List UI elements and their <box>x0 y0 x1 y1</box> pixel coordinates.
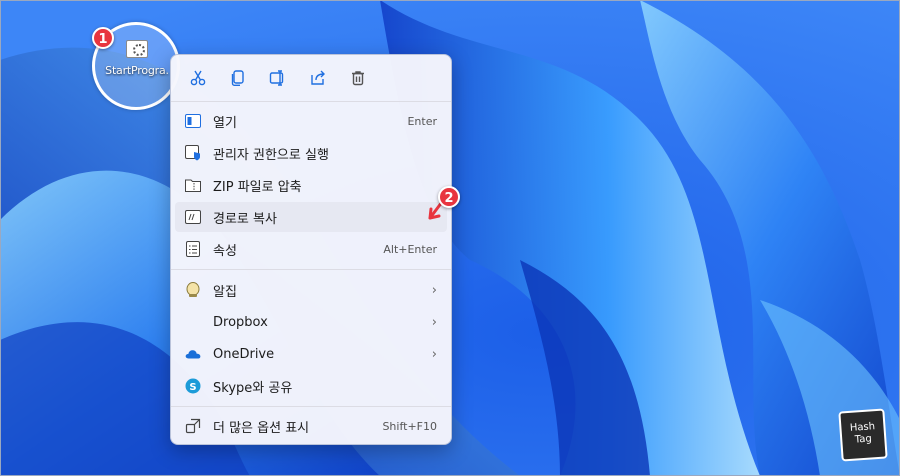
properties-icon <box>185 241 201 257</box>
step-badge-2: 2 <box>438 186 460 208</box>
more-options-icon <box>185 418 201 434</box>
menu-item-label: 경로로 복사 <box>213 211 277 227</box>
open-icon <box>185 113 201 129</box>
context-toolbar <box>171 55 451 101</box>
menu-item-run-as-admin[interactable]: 관리자 권한으로 실행 <box>175 138 447 168</box>
copy-path-icon <box>185 209 201 225</box>
menu-item-label: OneDrive <box>213 346 275 362</box>
chevron-right-icon: › <box>431 314 437 330</box>
skype-icon: S <box>185 378 201 394</box>
menu-item-label: 더 많은 옵션 표시 <box>213 420 310 436</box>
menu-item-dropbox[interactable]: Dropbox › <box>175 307 447 337</box>
cut-icon[interactable] <box>181 61 215 95</box>
menu-divider <box>171 269 451 270</box>
context-menu: 열기 Enter 관리자 권한으로 실행 ZIP 파일로 압축 경로로 복사 속… <box>170 54 452 445</box>
desktop-file-label: StartProgra. <box>105 64 169 77</box>
share-icon[interactable] <box>301 61 335 95</box>
rename-icon[interactable] <box>261 61 295 95</box>
svg-text:S: S <box>189 382 196 393</box>
chevron-right-icon: › <box>431 346 437 362</box>
menu-item-label: 열기 <box>213 115 237 131</box>
hashtag-watermark-logo: Hash Tag <box>838 408 888 462</box>
menu-item-label: ZIP 파일로 압축 <box>213 179 302 195</box>
menu-item-zip[interactable]: ZIP 파일로 압축 <box>175 170 447 200</box>
menu-divider <box>171 101 451 102</box>
menu-item-label: Skype와 공유 <box>213 380 293 396</box>
menu-item-copy-path[interactable]: 경로로 복사 <box>175 202 447 232</box>
dropbox-icon <box>185 314 201 330</box>
menu-item-label: Dropbox <box>213 314 268 330</box>
desktop-file-shortcut[interactable]: StartProgra. <box>104 40 170 77</box>
menu-item-open[interactable]: 열기 Enter <box>175 106 447 136</box>
menu-item-label: 관리자 권한으로 실행 <box>213 147 329 163</box>
watermark-line: Tag <box>854 433 873 446</box>
menu-item-alzip[interactable]: 알집 › <box>175 275 447 305</box>
menu-item-more-options[interactable]: 더 많은 옵션 표시 Shift+F10 <box>175 411 447 441</box>
menu-item-shortcut: Enter <box>407 114 437 128</box>
delete-icon[interactable] <box>341 61 375 95</box>
desktop: StartProgra. 1 열기 Enter 관리자 권한으로 실행 ZIP … <box>0 0 900 476</box>
admin-shield-icon <box>185 145 201 161</box>
settings-file-icon <box>126 40 148 58</box>
onedrive-icon <box>185 346 201 362</box>
menu-divider <box>171 406 451 407</box>
menu-item-label: 알집 <box>213 284 237 300</box>
copy-icon[interactable] <box>221 61 255 95</box>
menu-item-onedrive[interactable]: OneDrive › <box>175 339 447 369</box>
zip-folder-icon <box>185 177 201 193</box>
menu-item-label: 속성 <box>213 243 237 259</box>
alzip-icon <box>185 282 201 298</box>
menu-item-skype-share[interactable]: S Skype와 공유 <box>175 371 447 401</box>
chevron-right-icon: › <box>431 282 437 298</box>
step-badge-1: 1 <box>92 27 114 49</box>
menu-item-properties[interactable]: 속성 Alt+Enter <box>175 234 447 264</box>
menu-item-shortcut: Alt+Enter <box>383 242 437 256</box>
menu-item-shortcut: Shift+F10 <box>382 419 437 433</box>
